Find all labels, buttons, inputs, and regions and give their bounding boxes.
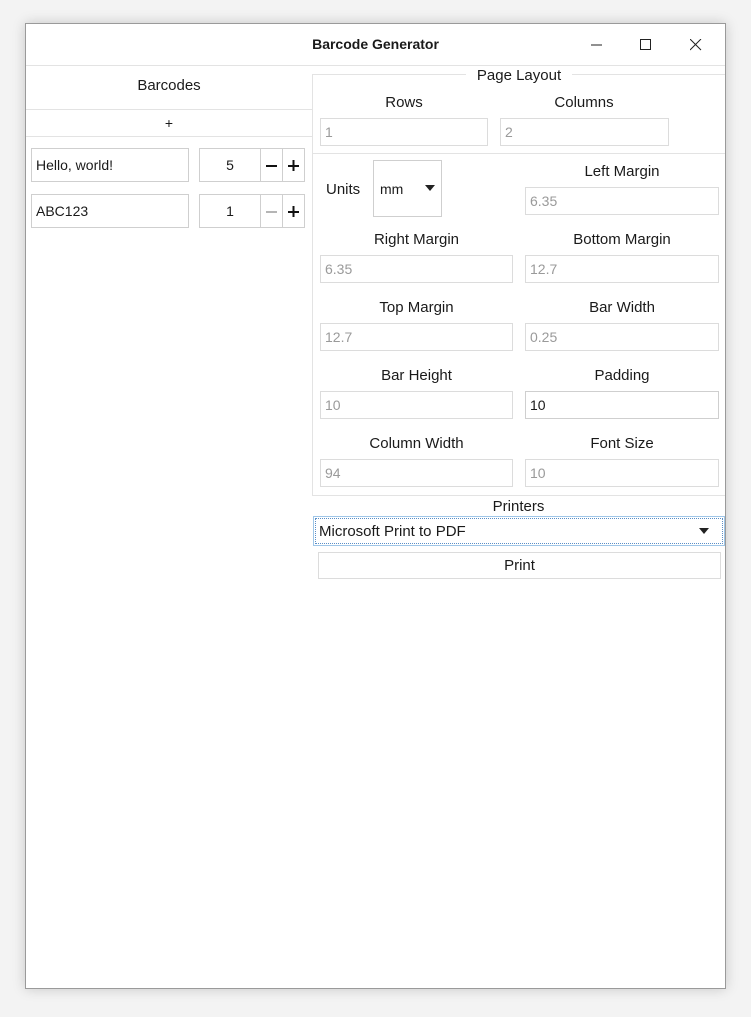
bar-width-label: Bar Width [589,299,655,316]
font-size-input[interactable]: 10 [525,459,719,487]
printer-value: Microsoft Print to PDF [319,523,466,540]
left-margin-input[interactable]: 6.35 [525,187,719,215]
barcodes-add-divider [26,136,312,137]
columns-input[interactable]: 2 [500,118,669,146]
layout-left-border [312,74,313,495]
maximize-icon [640,39,651,50]
rows-input[interactable]: 1 [320,118,488,146]
left-margin-label: Left Margin [584,163,660,180]
printer-select[interactable]: Microsoft Print to PDF [313,516,725,546]
barcode-text-input[interactable]: Hello, world! [31,148,189,182]
barcode-qty-input[interactable]: 5 [199,148,261,182]
chevron-down-icon [425,185,435,191]
decrement-button[interactable] [261,148,283,182]
chevron-down-icon [699,528,709,534]
column-width-input[interactable]: 94 [320,459,513,487]
titlebar-divider [26,65,725,66]
bottom-margin-label: Bottom Margin [573,231,671,248]
close-button[interactable] [673,24,719,65]
units-value: mm [380,181,404,197]
layout-bottom-border [312,495,725,496]
title-bar[interactable]: Barcode Generator [26,24,725,65]
page-layout-header: Page Layout [466,67,572,84]
padding-input[interactable]: 10 [525,391,719,419]
columns-label: Columns [554,94,614,111]
printers-header: Printers [492,498,545,515]
barcode-qty-input[interactable]: 1 [199,194,261,228]
window-title: Barcode Generator [312,36,439,52]
decrement-button-disabled[interactable] [261,194,283,228]
column-width-label: Column Width [369,435,464,452]
add-barcode-button[interactable]: + [26,110,312,136]
close-icon [690,39,702,51]
maximize-button[interactable] [623,24,669,65]
bar-width-input[interactable]: 0.25 [525,323,719,351]
layout-divider [312,153,725,154]
app-window: Barcode Generator Barcodes + Hello, worl… [25,23,726,989]
barcode-text-input[interactable]: ABC123 [31,194,189,228]
print-button[interactable]: Print [318,552,721,579]
units-label: Units [326,181,361,198]
barcodes-header: Barcodes [137,77,201,94]
top-margin-label: Top Margin [379,299,454,316]
plus-icon [288,160,299,171]
right-margin-label: Right Margin [373,231,460,248]
minimize-icon [591,44,602,46]
font-size-label: Font Size [590,435,654,452]
bar-height-label: Bar Height [381,367,452,384]
minus-icon [266,165,277,167]
rows-label: Rows [385,94,423,111]
right-margin-input[interactable]: 6.35 [320,255,513,283]
minimize-button[interactable] [574,24,620,65]
padding-label: Padding [594,367,650,384]
minus-icon [266,211,277,213]
top-margin-input[interactable]: 12.7 [320,323,513,351]
units-select[interactable]: mm [373,160,442,217]
increment-button[interactable] [283,194,305,228]
plus-icon [288,206,299,217]
increment-button[interactable] [283,148,305,182]
bar-height-input[interactable]: 10 [320,391,513,419]
bottom-margin-input[interactable]: 12.7 [525,255,719,283]
